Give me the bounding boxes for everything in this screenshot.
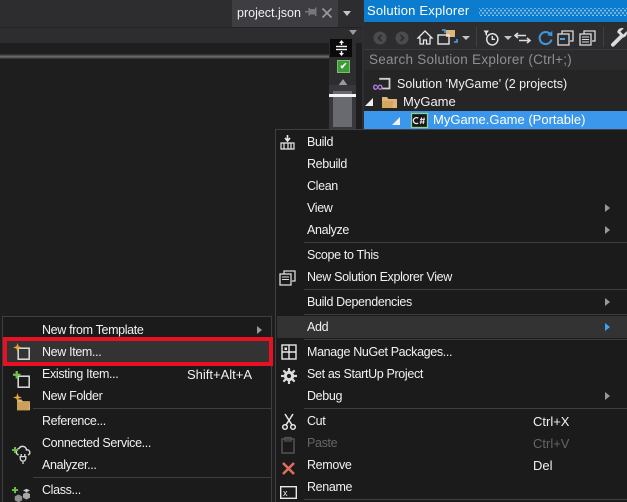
svg-text:x: x	[283, 488, 288, 498]
svg-text:∞: ∞	[373, 79, 384, 96]
